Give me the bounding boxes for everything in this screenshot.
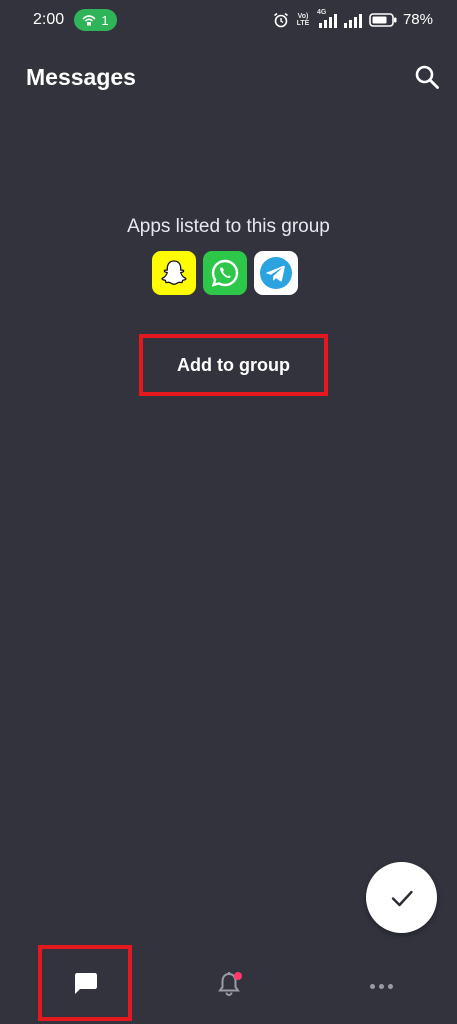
app-header: Messages <box>0 58 457 98</box>
hotspot-count: 1 <box>101 12 109 28</box>
nav-more-tab[interactable] <box>360 971 402 1001</box>
confirm-fab-button[interactable] <box>366 862 437 933</box>
signal-icon <box>318 13 337 28</box>
signal-4g: 4G <box>317 9 337 28</box>
whatsapp-icon[interactable] <box>203 251 247 295</box>
more-dots-icon <box>369 983 375 989</box>
messages-screen: 2:00 1 Vo) LTE 4G 78% Messages Apps list… <box>0 0 457 1024</box>
volte-indicator: Vo) LTE <box>295 13 311 27</box>
snapchat-icon[interactable] <box>152 251 196 295</box>
bottom-navigation <box>0 945 457 1024</box>
alarm-icon <box>273 12 288 27</box>
apps-listed-label: Apps listed to this group <box>127 216 330 237</box>
status-bar: 2:00 1 Vo) LTE 4G 78% <box>0 0 457 40</box>
notification-badge <box>234 972 242 980</box>
hotspot-badge: 1 <box>74 9 117 31</box>
more-dot <box>387 983 393 989</box>
volte-top-label: Vo) <box>297 12 309 20</box>
volte-bottom-label: LTE <box>296 19 310 27</box>
add-to-group-button[interactable]: Add to group <box>139 334 328 396</box>
signal-icon-2 <box>343 13 362 28</box>
more-dot <box>378 983 384 989</box>
page-title: Messages <box>26 64 136 90</box>
battery-percent: 78% <box>402 11 433 28</box>
status-indicators: Vo) LTE 4G 78% <box>273 9 433 28</box>
status-time: 2:00 <box>33 11 65 28</box>
battery-icon <box>369 12 397 27</box>
checkmark-icon <box>391 890 413 906</box>
nav-notifications-tab[interactable] <box>208 963 250 1005</box>
nav-messages-tab[interactable] <box>38 945 132 1021</box>
group-app-icons <box>152 251 298 295</box>
search-icon[interactable] <box>414 64 440 90</box>
telegram-icon[interactable] <box>254 251 298 295</box>
chat-bubble-icon <box>75 973 97 994</box>
hotspot-icon <box>82 15 96 26</box>
